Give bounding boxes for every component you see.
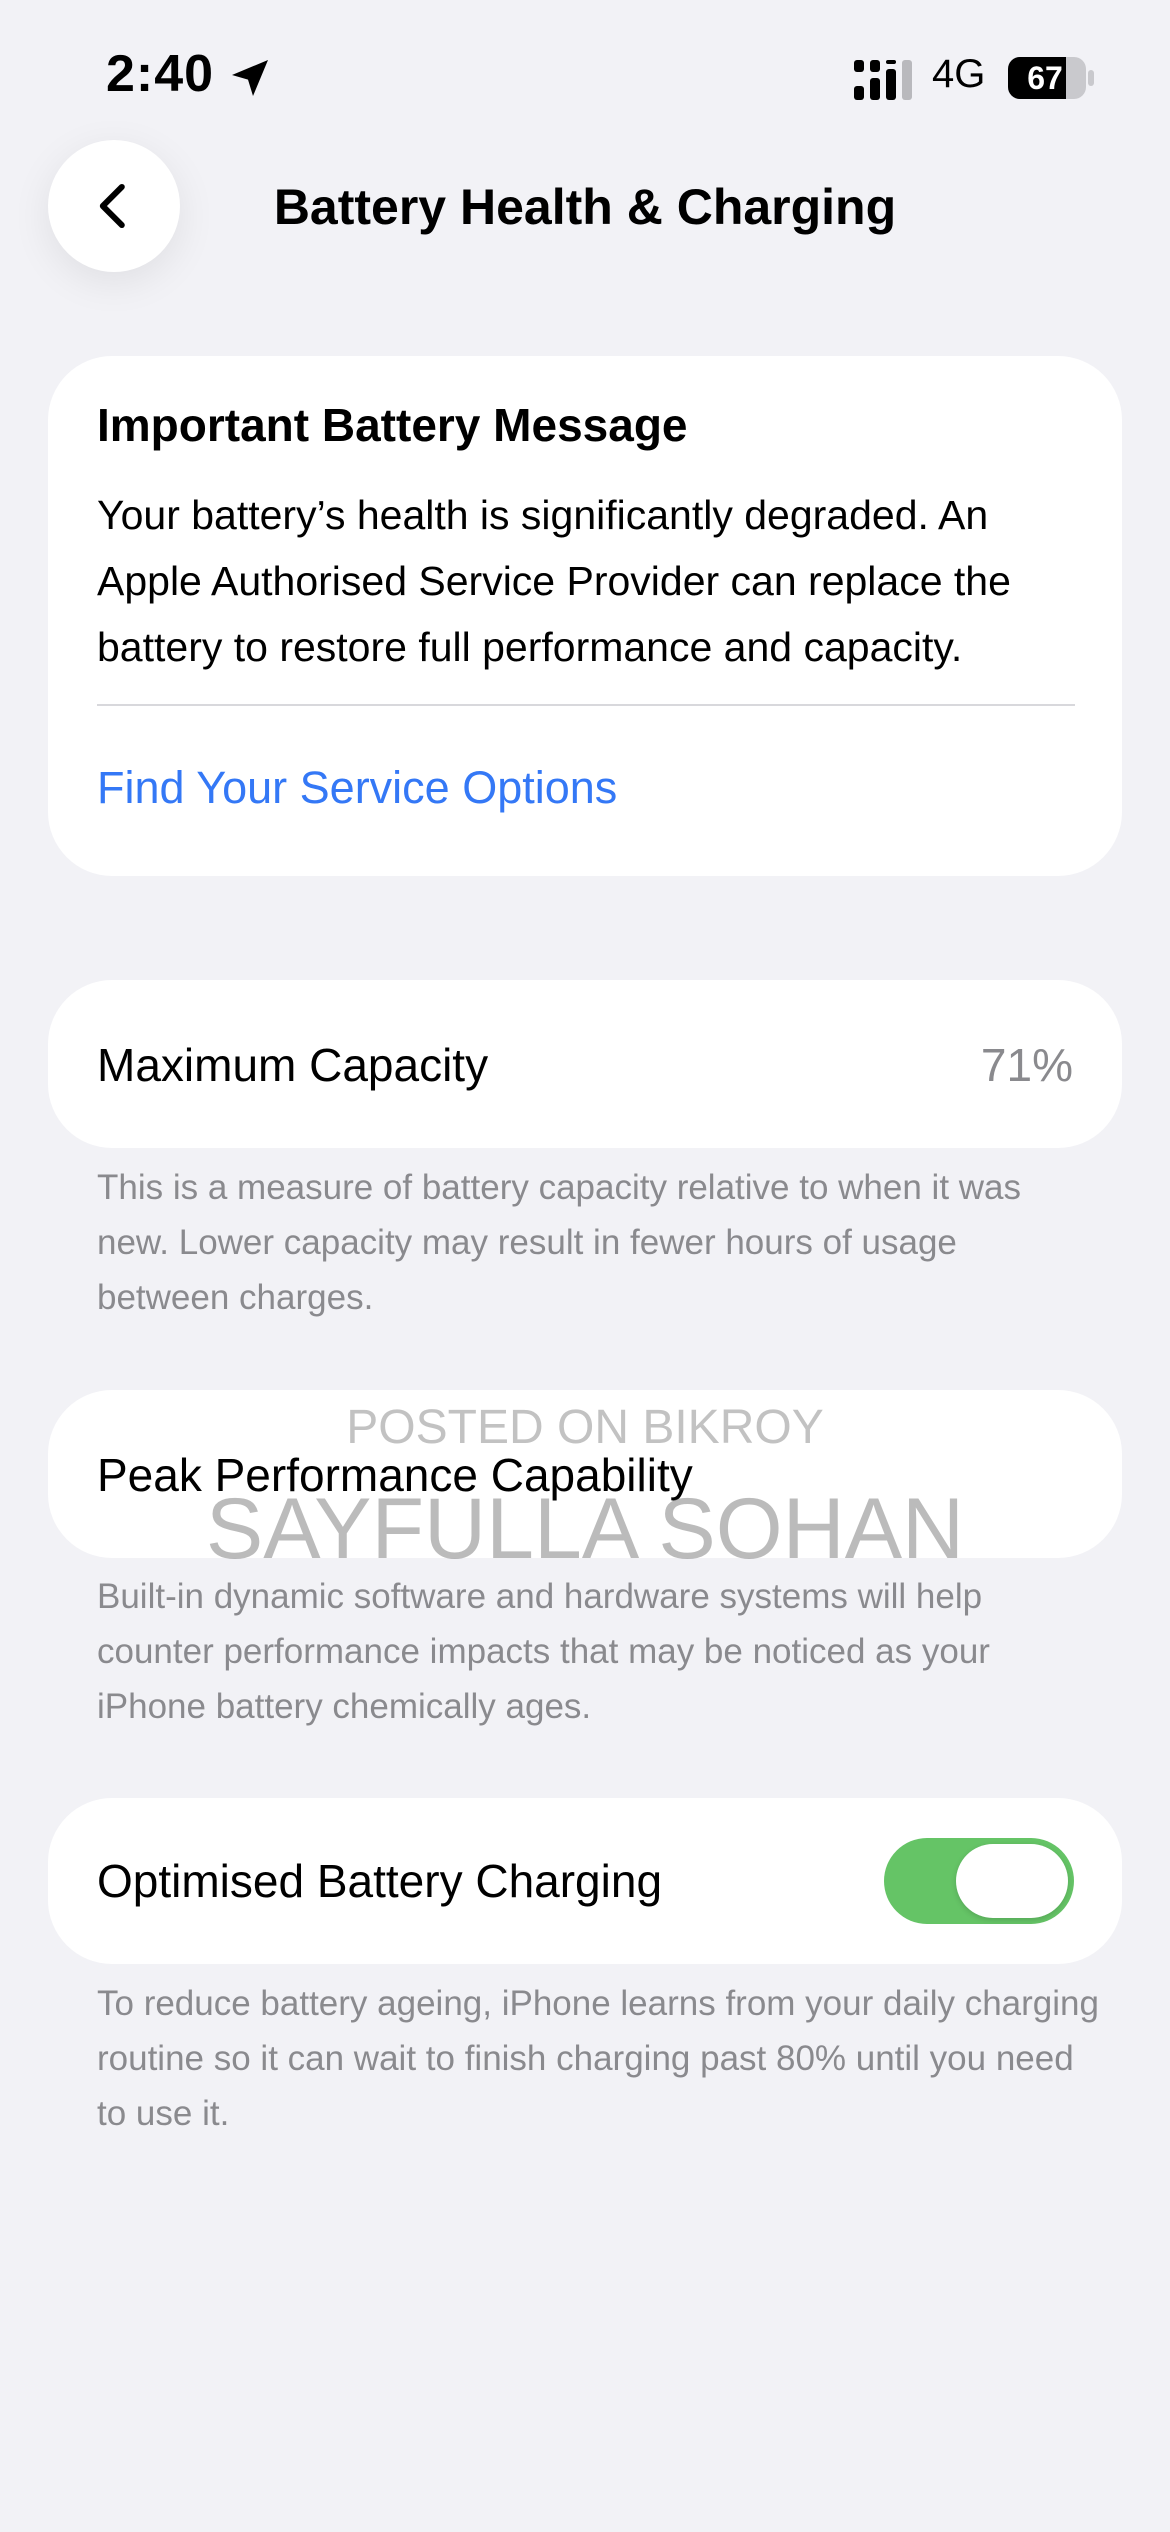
maximum-capacity-description: This is a measure of battery capacity re…: [97, 1168, 1022, 1317]
watermark-line-1: POSTED ON BIKROY: [346, 1401, 824, 1454]
optimised-charging-toggle[interactable]: [884, 1838, 1074, 1924]
location-arrow-icon: [232, 60, 268, 96]
optimised-charging-label: Optimised Battery Charging: [97, 1855, 663, 1907]
network-type: 4G: [932, 52, 986, 96]
peak-performance-description: Built-in dynamic software and hardware s…: [97, 1577, 990, 1726]
watermark-line-2: SAYFULLA SOHAN: [205, 1481, 965, 1577]
toggle-knob: [956, 1844, 1068, 1918]
cellular-signal-icon: [854, 60, 912, 100]
find-service-options-link[interactable]: Find Your Service Options: [97, 762, 617, 814]
optimised-charging-description: To reduce battery ageing, iPhone learns …: [97, 1984, 1099, 2133]
message-title: Important Battery Message: [97, 399, 688, 451]
page-title: Battery Health & Charging: [273, 179, 897, 235]
battery-percentage: 67: [1027, 60, 1063, 96]
maximum-capacity-value: 71%: [980, 1039, 1073, 1091]
divider: [97, 704, 1075, 706]
status-time: 2:40: [106, 45, 215, 103]
message-body: Your battery’s health is significantly d…: [97, 492, 1011, 670]
maximum-capacity-label: Maximum Capacity: [97, 1039, 489, 1091]
